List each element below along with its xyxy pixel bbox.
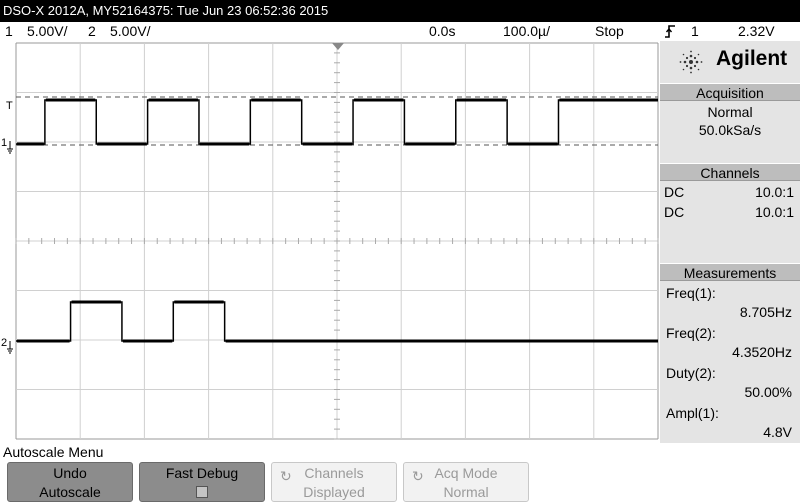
waveform-display[interactable]: T 1 2 [0, 41, 660, 443]
ch1-probe: 10.0:1 [755, 184, 794, 200]
title-text: DSO-X 2012A, MY52164375: Tue Jun 23 06:5… [3, 3, 329, 18]
agilent-spark-icon [678, 49, 704, 75]
fast-debug-button[interactable]: Fast Debug [139, 462, 265, 502]
trigger-marker[interactable]: T [6, 100, 13, 112]
cycle-arrow-icon: ↻ [412, 468, 424, 484]
acquisition-rate: 50.0kSa/s [698, 122, 762, 138]
measurement-value: 50.00% [744, 384, 792, 400]
waveform-svg: T 1 2 [0, 41, 660, 443]
measurement-value: 8.705Hz [739, 304, 792, 320]
measurements-header: Measurements [660, 263, 800, 281]
ch1-coupling: DC [664, 184, 685, 200]
softkey-label: Fast Debug [165, 465, 239, 481]
measurement-value: 4.3520Hz [732, 344, 792, 360]
brand-header: Agilent [660, 41, 800, 81]
ch2-coupling: DC [664, 204, 685, 220]
trigger-level[interactable]: 2.32V [738, 22, 775, 41]
time-scale[interactable]: 100.0µ/ [503, 22, 550, 41]
run-state[interactable]: Stop [595, 22, 624, 41]
softkey-sublabel: Autoscale [39, 484, 101, 500]
time-delay[interactable]: 0.0s [429, 22, 455, 41]
menu-title: Autoscale Menu [3, 444, 104, 460]
ch2-probe: 10.0:1 [755, 204, 794, 220]
ch1-scale[interactable]: 5.00V/ [27, 22, 67, 41]
measurement-label: Freq(2): [666, 325, 716, 341]
ch1-number[interactable]: 1 [5, 22, 13, 41]
brand-name: Agilent [716, 47, 788, 70]
undo-autoscale-button[interactable]: Undo Autoscale [7, 462, 133, 502]
ch2-scale[interactable]: 5.00V/ [110, 22, 150, 41]
measurement-label: Freq(1): [666, 285, 716, 301]
ch2-ground-marker[interactable]: 2 [1, 337, 7, 349]
acquisition-mode: Normal [707, 104, 753, 120]
trigger-source[interactable]: 1 [691, 22, 699, 41]
title-bar: DSO-X 2012A, MY52164375: Tue Jun 23 06:5… [0, 0, 800, 22]
softkey-label: Undo [53, 465, 87, 481]
measurement-label: Duty(2): [666, 365, 716, 381]
status-row: 1 5.00V/ 2 5.00V/ 0.0s 100.0µ/ Stop 1 2.… [0, 22, 800, 41]
acq-mode-button[interactable]: ↻ Acq Mode Normal [403, 462, 529, 502]
cycle-arrow-icon: ↻ [280, 468, 292, 484]
channels-header: Channels [660, 163, 800, 181]
measurement-label: Ampl(1): [666, 405, 719, 421]
acquisition-header: Acquisition [660, 83, 800, 101]
fast-debug-checkbox[interactable] [196, 486, 208, 499]
measurement-value: 4.8V [763, 424, 792, 440]
ch1-ground-marker[interactable]: 1 [1, 137, 7, 149]
channels-displayed-button[interactable]: ↻ Channels Displayed [271, 462, 397, 502]
ch2-number[interactable]: 2 [88, 22, 96, 41]
info-sidebar: Agilent Acquisition Normal 50.0kSa/s Cha… [660, 41, 800, 443]
